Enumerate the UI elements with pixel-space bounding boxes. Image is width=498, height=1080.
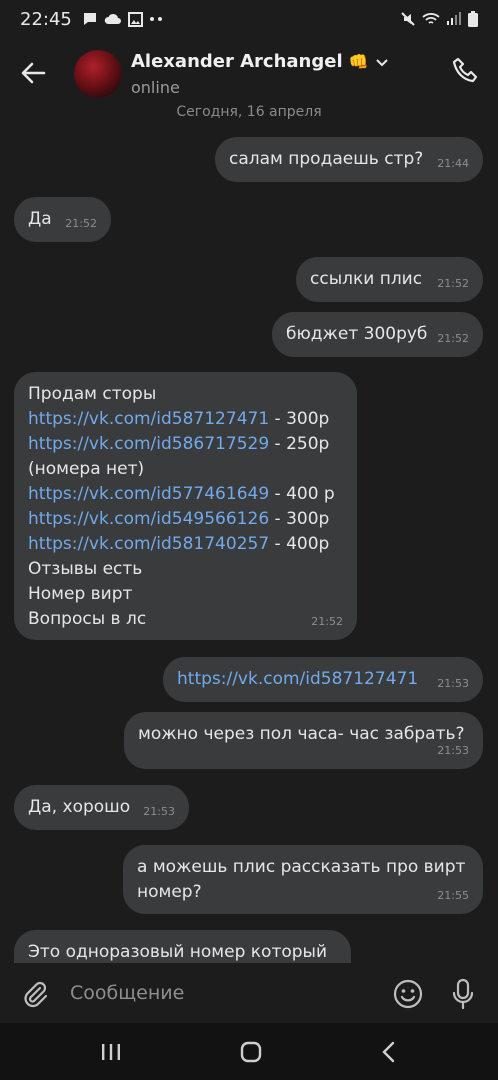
- fist-emoji: 👊: [348, 52, 369, 71]
- offer-price: - 400 р: [269, 484, 335, 504]
- microphone-icon[interactable]: [448, 977, 478, 1011]
- mute-icon: [401, 12, 415, 26]
- message-text: Отзывы есть: [28, 559, 143, 579]
- message-bubble-outgoing[interactable]: бюджет 300руб 21:52: [272, 312, 483, 357]
- message-time: 21:52: [437, 277, 469, 290]
- message-text: можно через пол часа- час забрать?: [138, 724, 465, 744]
- message-composer: Сообщение: [0, 963, 498, 1023]
- message-bubble-incoming[interactable]: Продам сторы https://vk.com/id587127471 …: [14, 372, 357, 640]
- status-bar: 22:45: [0, 0, 498, 38]
- wifi-icon: [422, 13, 440, 24]
- message-input[interactable]: Сообщение: [70, 982, 184, 1004]
- profile-link[interactable]: https://vk.com/id549566126: [28, 509, 269, 529]
- message-bubble-outgoing[interactable]: а можешь плис рассказать про вирт номер?…: [123, 845, 483, 914]
- status-time: 22:45: [20, 8, 72, 30]
- offer-line: https://vk.com/id586717529 - 250р: [28, 432, 343, 457]
- message-text: Да, хорошо: [28, 797, 131, 817]
- message-bubble-outgoing[interactable]: ссылки плис 21:52: [296, 257, 483, 302]
- date-divider: Сегодня, 16 апреля: [176, 104, 322, 120]
- message-bubble-outgoing[interactable]: салам продаешь стр? 21:44: [215, 137, 483, 182]
- chevron-down-icon[interactable]: [375, 55, 389, 69]
- message-bubble-incoming[interactable]: Да 21:52: [14, 197, 111, 242]
- image-icon: [127, 11, 143, 27]
- profile-link[interactable]: https://vk.com/id577461649: [28, 484, 269, 504]
- message-bubble-incoming[interactable]: Да, хорошо 21:53: [14, 785, 189, 830]
- cloud-icon: [104, 13, 121, 24]
- offer-line: https://vk.com/id577461649 - 400 р: [28, 482, 343, 507]
- offer-line: https://vk.com/id587127471 - 300р: [28, 407, 343, 432]
- profile-link[interactable]: https://vk.com/id586717529: [28, 434, 269, 454]
- message-text: Номер вирт: [28, 584, 133, 604]
- contact-name[interactable]: Alexander Archangel: [131, 51, 343, 72]
- offer-price: - 300р: [269, 409, 330, 429]
- nav-back-icon[interactable]: [380, 1041, 398, 1063]
- offer-price: - 300р: [269, 509, 330, 529]
- message-text: салам продаешь стр?: [229, 149, 424, 169]
- avatar[interactable]: [74, 50, 122, 98]
- message-text: Да: [28, 209, 52, 229]
- message-text: Это одноразовый номер который: [28, 942, 328, 962]
- message-time: 21:52: [311, 615, 343, 628]
- message-text: Вопросы в лс: [28, 609, 147, 629]
- message-time: 21:44: [437, 157, 469, 170]
- home-icon[interactable]: [240, 1041, 262, 1063]
- chat-header: Alexander Archangel 👊 online: [0, 38, 498, 104]
- message-time: 21:52: [65, 217, 97, 230]
- message-bubble-outgoing[interactable]: можно через пол часа- час забрать? 21:53: [124, 712, 483, 769]
- message-text: Продам сторы: [28, 384, 157, 404]
- battery-icon: [468, 11, 478, 27]
- profile-link[interactable]: https://vk.com/id581740257: [28, 534, 269, 554]
- message-time: 21:53: [143, 805, 175, 818]
- offer-line: https://vk.com/id581740257 - 400р: [28, 532, 343, 557]
- message-time: 21:53: [437, 744, 469, 757]
- profile-link[interactable]: https://vk.com/id587127471: [177, 669, 418, 689]
- message-time: 21:55: [437, 889, 469, 902]
- offer-price: - 250р: [269, 434, 330, 454]
- more-dots-icon: [149, 17, 162, 21]
- message-text: (номера нет): [28, 459, 145, 479]
- contact-name-row[interactable]: Alexander Archangel 👊: [131, 51, 389, 72]
- message-time: 21:52: [437, 332, 469, 345]
- back-arrow-icon[interactable]: [18, 58, 48, 88]
- signal-icon: [447, 12, 461, 25]
- phone-icon[interactable]: [451, 56, 481, 86]
- message-text: ссылки плис: [310, 269, 423, 289]
- message-text: номер?: [137, 882, 202, 902]
- message-bubble-outgoing[interactable]: https://vk.com/id587127471 21:53: [163, 657, 483, 702]
- system-nav-bar: [0, 1023, 498, 1080]
- offer-line: https://vk.com/id549566126 - 300р: [28, 507, 343, 532]
- profile-link[interactable]: https://vk.com/id587127471: [28, 409, 269, 429]
- message-text: а можешь плис рассказать про вирт: [137, 857, 466, 877]
- message-time: 21:53: [437, 677, 469, 690]
- chat-icon: [83, 13, 96, 25]
- paperclip-icon[interactable]: [20, 979, 50, 1009]
- recents-icon[interactable]: [100, 1043, 122, 1061]
- offer-price: - 400р: [269, 534, 330, 554]
- message-text: бюджет 300руб: [286, 324, 428, 344]
- emoji-icon[interactable]: [392, 978, 424, 1010]
- presence-status: online: [131, 78, 180, 97]
